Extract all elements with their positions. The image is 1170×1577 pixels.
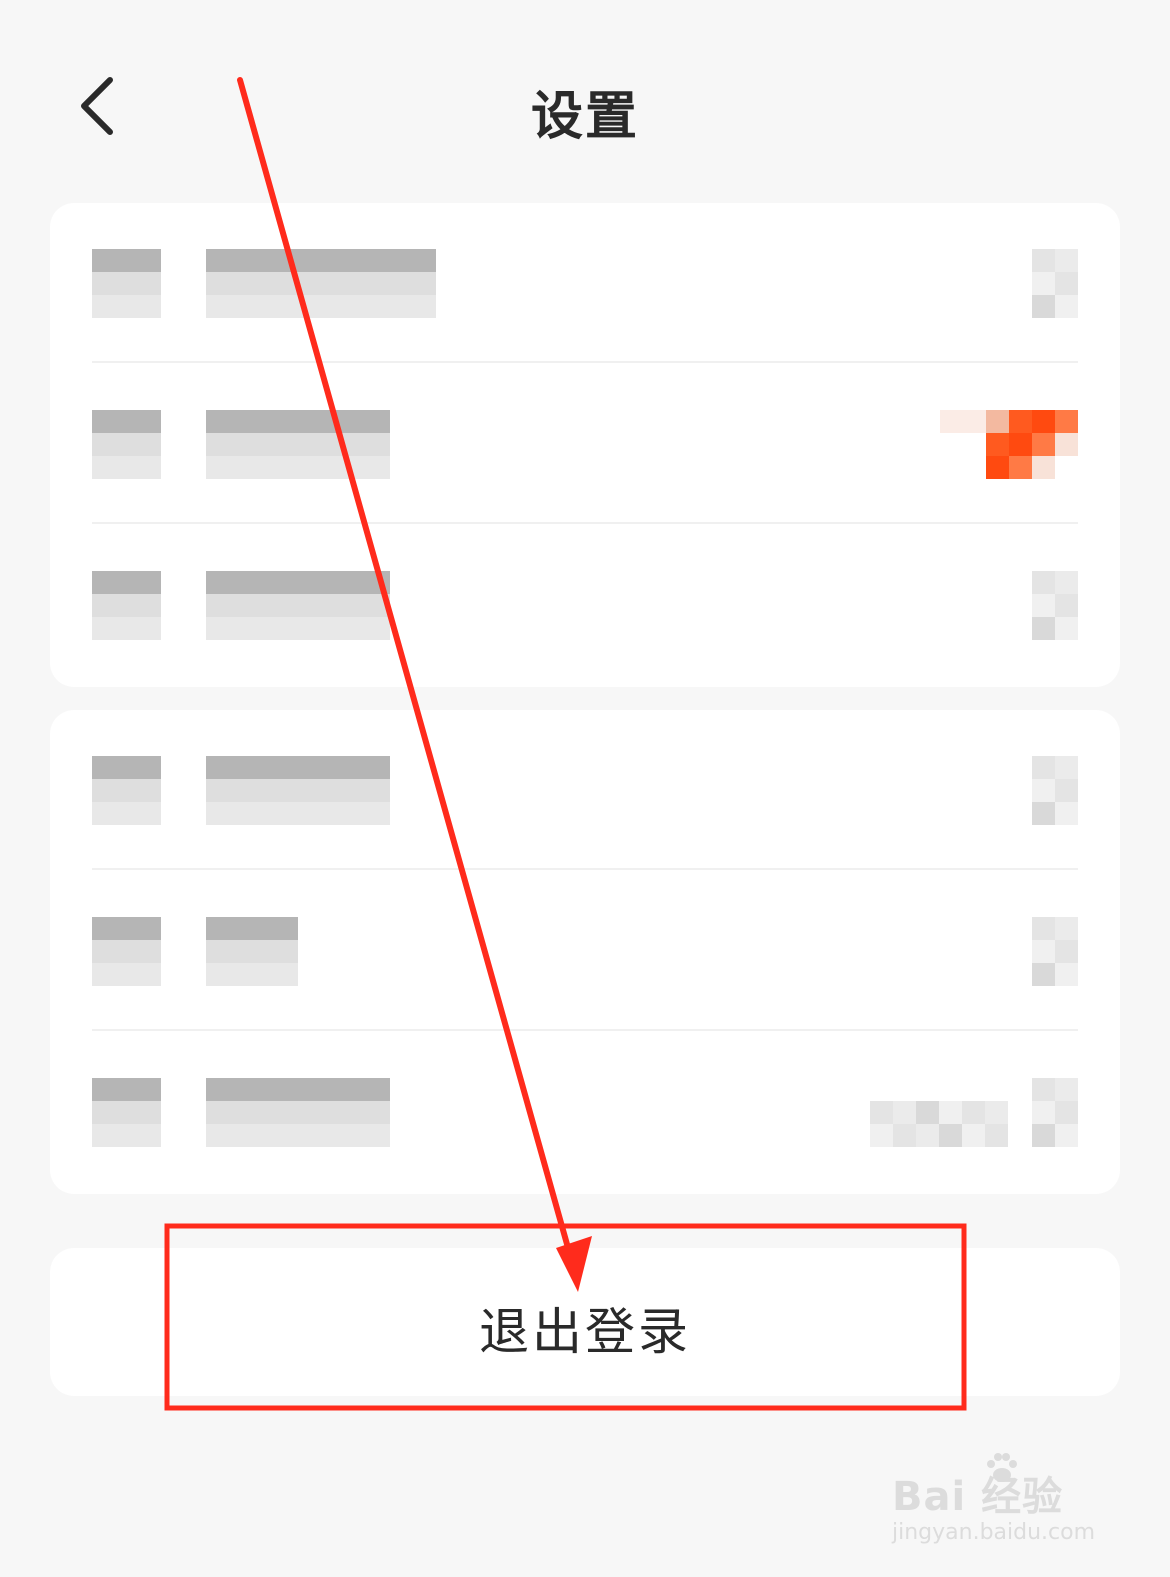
blurred-row-label	[206, 571, 390, 640]
divider	[92, 361, 1078, 363]
logout-label: 退出登录	[479, 1303, 691, 1361]
blurred-row-icon	[92, 410, 161, 479]
settings-card-2	[50, 710, 1120, 1194]
settings-row[interactable]	[50, 364, 1120, 524]
watermark-url: jingyan.baidu.com	[892, 1520, 1096, 1545]
logout-button[interactable]: 退出登录	[50, 1248, 1120, 1396]
blurred-row-icon	[92, 1078, 161, 1147]
page-title: 设置	[530, 87, 639, 147]
blurred-row-icon	[92, 917, 161, 986]
chevron-right-icon	[1032, 1078, 1078, 1147]
divider	[92, 522, 1078, 524]
blurred-row-label	[206, 249, 436, 318]
settings-row[interactable]	[50, 203, 1120, 363]
blurred-row-icon	[92, 571, 161, 640]
chevron-right-icon	[1032, 249, 1078, 318]
watermark: Bai 经验 jingyan.baidu.com	[892, 1448, 1112, 1558]
blurred-row-label	[206, 917, 298, 986]
blurred-row-label	[206, 1078, 390, 1147]
chevron-right-icon	[1032, 571, 1078, 640]
blurred-row-label	[206, 756, 390, 825]
settings-row[interactable]	[50, 1032, 1120, 1192]
settings-row[interactable]	[50, 525, 1120, 685]
blurred-row-label	[206, 410, 390, 479]
blurred-row-value	[870, 1101, 1008, 1147]
blurred-row-icon	[92, 249, 161, 318]
watermark-brand: Bai 经验	[892, 1474, 1064, 1520]
chevron-right-icon	[1032, 917, 1078, 986]
blurred-row-icon	[92, 756, 161, 825]
settings-row[interactable]	[50, 871, 1120, 1031]
settings-card-1	[50, 203, 1120, 687]
divider	[92, 868, 1078, 870]
divider	[92, 1029, 1078, 1031]
settings-row[interactable]	[50, 710, 1120, 870]
notification-badge	[940, 410, 1078, 479]
chevron-right-icon	[1032, 756, 1078, 825]
